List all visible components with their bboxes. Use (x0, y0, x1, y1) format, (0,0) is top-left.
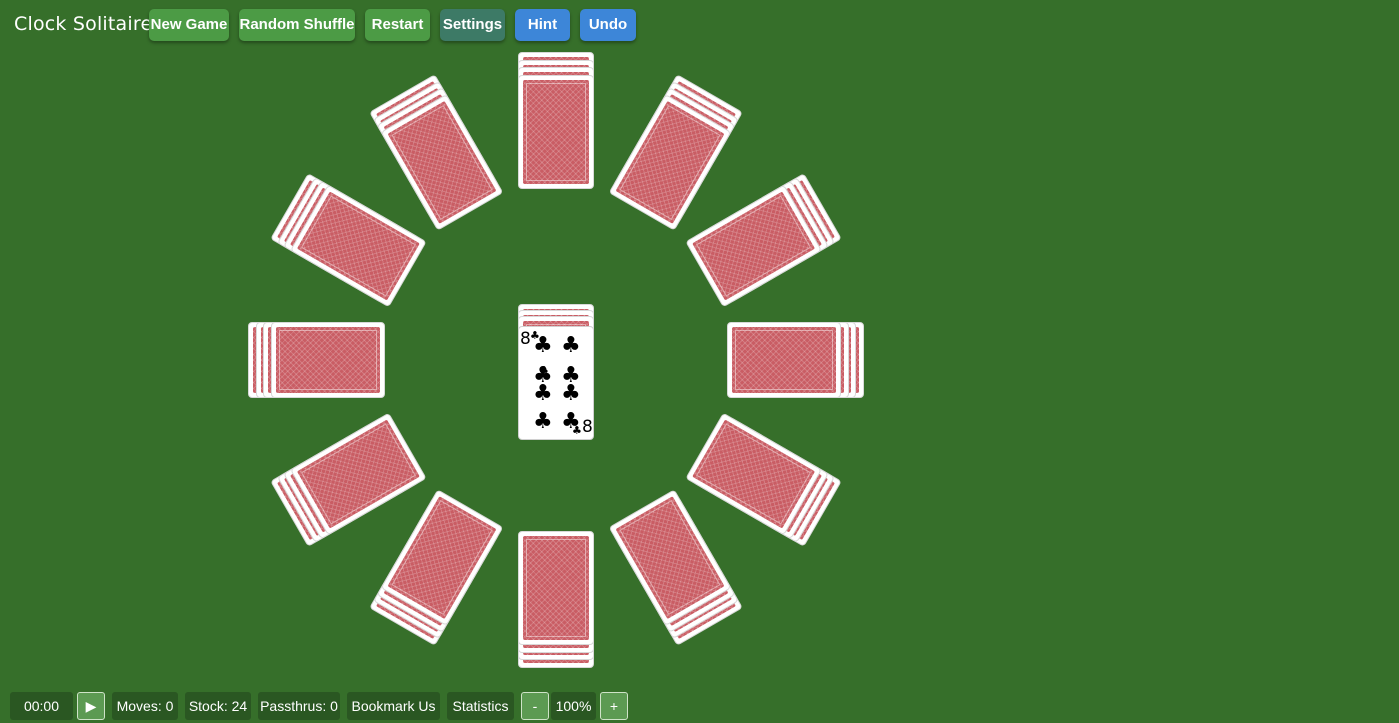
zoom-in-button[interactable]: + (600, 692, 628, 720)
pile-seven-oclock[interactable] (369, 489, 504, 646)
pile-eight-oclock[interactable] (270, 412, 427, 547)
statistics-button[interactable]: Statistics (447, 692, 514, 720)
club-icon: ♣ (533, 409, 553, 434)
face-down-card (518, 531, 594, 646)
face-up-card[interactable]: 8 ♣ ♣ ♣ ♣ ♣ ♣ ♣ ♣ ♣ ♣ ♣ 8 (518, 326, 594, 440)
pile-one-oclock[interactable] (608, 74, 743, 231)
club-icon: ♣ (572, 424, 582, 437)
stock-counter: Stock: 24 (185, 692, 251, 720)
bookmark-button[interactable]: Bookmark Us (347, 692, 440, 720)
center-pile[interactable]: 8 ♣ ♣ ♣ ♣ ♣ ♣ ♣ ♣ ♣ ♣ ♣ 8 (518, 304, 594, 440)
pile-two-oclock[interactable] (685, 173, 842, 308)
status-bar: 00:00 ▶ Moves: 0 Stock: 24 Passthrus: 0 … (0, 690, 1399, 720)
pile-six-oclock[interactable] (518, 531, 594, 668)
pile-nine-oclock[interactable] (248, 322, 385, 398)
club-icon: ♣ (561, 333, 581, 358)
face-down-card (270, 322, 385, 398)
club-icon: ♣ (533, 381, 553, 406)
pile-eleven-oclock[interactable] (369, 74, 504, 231)
card-rank-bottom: 8 (582, 417, 593, 437)
zoom-out-button[interactable]: - (521, 692, 549, 720)
pile-three-oclock[interactable] (727, 322, 864, 398)
face-down-card (727, 322, 842, 398)
timer: 00:00 (10, 692, 73, 720)
club-icon: ♣ (561, 381, 581, 406)
face-down-card (518, 74, 594, 189)
pile-four-oclock[interactable] (685, 412, 842, 547)
pile-ten-oclock[interactable] (270, 173, 427, 308)
zoom-level: 100% (551, 692, 596, 720)
pile-twelve-oclock[interactable] (518, 52, 594, 189)
passthrus-counter: Passthrus: 0 (258, 692, 340, 720)
clock-board (0, 0, 1399, 723)
play-pause-icon[interactable]: ▶ (77, 692, 105, 720)
club-icon: ♣ (533, 333, 553, 358)
moves-counter: Moves: 0 (112, 692, 178, 720)
pile-five-oclock[interactable] (608, 489, 743, 646)
